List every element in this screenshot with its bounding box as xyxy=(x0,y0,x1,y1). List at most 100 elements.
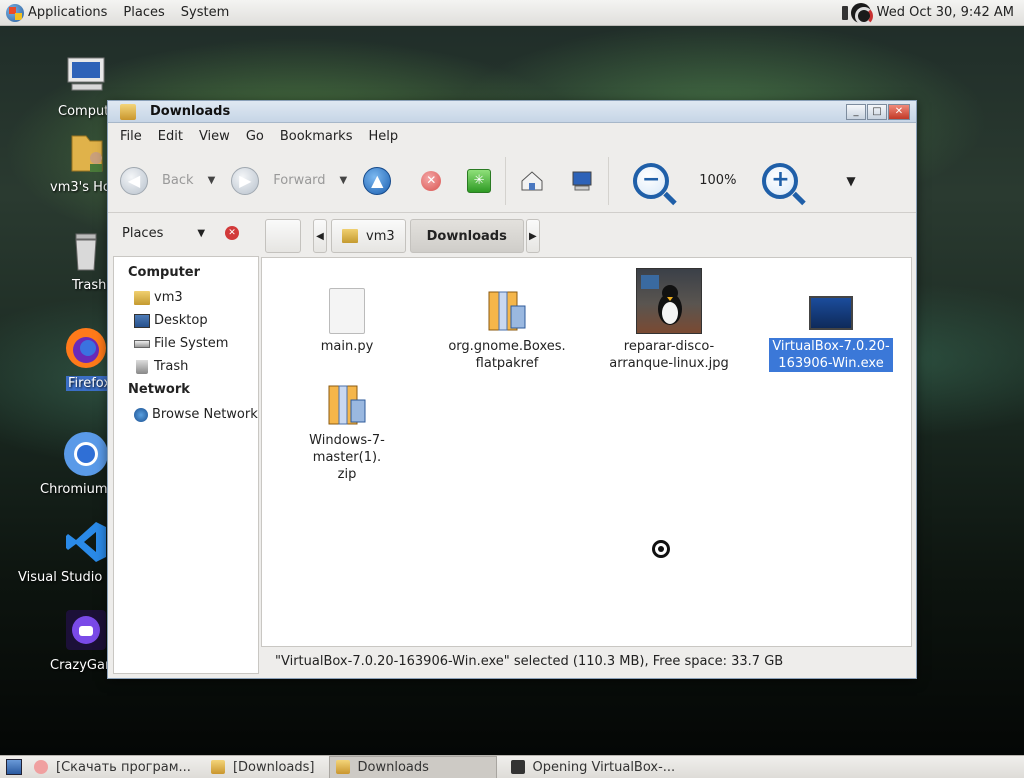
menu-view[interactable]: View xyxy=(191,129,238,144)
clock[interactable]: Wed Oct 30, 9:42 AM xyxy=(877,5,1014,20)
sidebar-item-label: Browse Network xyxy=(152,407,258,422)
taskbar-item-downloads-minimized[interactable]: [Downloads] xyxy=(205,756,321,778)
sidebar-heading-computer: Computer xyxy=(128,265,201,280)
home-folder-icon xyxy=(134,290,150,305)
sidebar-item-label: Trash xyxy=(154,359,189,374)
home-icon xyxy=(521,170,543,190)
minimize-button[interactable]: _ xyxy=(846,103,866,120)
drive-icon xyxy=(134,339,150,348)
text-file-icon xyxy=(329,288,365,334)
places-menu-label: Places xyxy=(123,5,165,20)
folder-icon xyxy=(335,760,350,774)
menu-file[interactable]: File xyxy=(112,129,150,144)
back-history-dropdown[interactable]: ▼ xyxy=(208,175,216,186)
chevron-down-icon: ▼ xyxy=(197,227,206,239)
chromium-icon xyxy=(62,430,110,478)
applications-menu-label: Applications xyxy=(28,5,108,20)
file-item-flatpakref[interactable]: org.gnome.Boxes. flatpakref xyxy=(442,288,572,372)
menu-edit[interactable]: Edit xyxy=(150,129,191,144)
path-label: vm3 xyxy=(366,228,395,244)
path-button-downloads[interactable]: Downloads xyxy=(409,219,524,253)
forward-history-dropdown[interactable]: ▼ xyxy=(340,175,348,186)
system-menu-label: System xyxy=(180,5,230,20)
back-button[interactable]: ◀ Back xyxy=(120,166,194,195)
applications-menu[interactable]: Applications xyxy=(0,0,113,26)
computer-button[interactable] xyxy=(570,170,594,192)
sidebar-item-label: vm3 xyxy=(154,290,183,305)
path-label: Downloads xyxy=(426,228,507,244)
taskbar-item-opening-virtualbox[interactable]: Opening VirtualBox-... xyxy=(505,756,682,778)
tray-indicator-icon[interactable] xyxy=(841,5,848,20)
taskbar-item-browser[interactable]: [Скачать програм... xyxy=(28,756,197,778)
sidebar-item-label: File System xyxy=(154,336,229,351)
firefox-icon xyxy=(62,324,110,372)
toolbar-overflow-dropdown[interactable]: ▼ xyxy=(846,174,855,188)
menu-bar: File Edit View Go Bookmarks Help xyxy=(108,123,916,149)
desktop-icon-label: Chromium xyxy=(40,482,108,497)
system-menu[interactable]: System xyxy=(171,0,235,26)
reload-button[interactable]: ✳ xyxy=(467,168,492,193)
stop-button[interactable]: ✕ xyxy=(421,170,442,191)
toolbar-separator xyxy=(505,156,507,205)
show-desktop-button[interactable] xyxy=(6,759,22,775)
vscode-icon xyxy=(62,518,110,566)
sidebar-item-trash[interactable]: Trash xyxy=(128,355,258,378)
file-item-reparar-jpg[interactable]: reparar-disco- arranque-linux.jpg xyxy=(604,268,734,372)
taskbar-item-label: [Downloads] xyxy=(232,759,315,775)
browser-icon xyxy=(34,760,48,774)
back-arrow-icon: ◀ xyxy=(120,166,148,195)
places-selector[interactable]: Places ▼ ✕ xyxy=(108,226,258,241)
path-button-vm3[interactable]: vm3 xyxy=(331,219,406,253)
sidebar-item-vm3[interactable]: vm3 xyxy=(128,286,258,309)
file-name: reparar-disco- arranque-linux.jpg xyxy=(609,339,729,371)
forward-label: Forward xyxy=(273,173,326,188)
file-name: VirtualBox-7.0.20- 163906-Win.exe xyxy=(769,338,893,372)
crazygames-icon xyxy=(62,606,110,654)
image-thumbnail xyxy=(636,268,702,334)
path-scroll-right-button[interactable]: ▶ xyxy=(525,219,540,253)
folder-icon xyxy=(120,104,136,120)
trash-icon xyxy=(136,359,148,374)
path-bar: ◀ vm3 Downloads ▶ xyxy=(265,218,544,254)
desktop-icon-label: Firefox xyxy=(66,376,114,391)
taskbar-item-label: Opening VirtualBox-... xyxy=(532,759,676,775)
taskbar-item-label: [Скачать програм... xyxy=(56,759,191,775)
file-item-virtualbox-exe[interactable]: VirtualBox-7.0.20- 163906-Win.exe xyxy=(766,296,896,372)
archive-icon xyxy=(323,382,371,428)
file-name: Windows-7-master(1). zip xyxy=(309,433,385,482)
file-item-main-py[interactable]: main.py xyxy=(282,288,412,355)
sidebar-item-file-system[interactable]: File System xyxy=(128,332,258,355)
home-button[interactable] xyxy=(520,170,544,192)
toolbar: ◀ Back ▼ ▶ Forward ▼ ▲ ✕ ✳ − 100% + ▼ xyxy=(108,149,916,213)
close-sidebar-button[interactable]: ✕ xyxy=(225,226,240,240)
path-toggle-button[interactable] xyxy=(265,219,301,253)
back-label: Back xyxy=(162,173,194,188)
file-item-windows-7-zip[interactable]: Windows-7-master(1). zip xyxy=(282,382,412,483)
window-titlebar[interactable]: Downloads _ □ ✕ xyxy=(108,101,916,123)
maximize-button[interactable]: □ xyxy=(867,103,887,120)
file-view[interactable]: main.py org.gnome.Boxes. flatpakref repa… xyxy=(261,257,912,647)
file-manager-window: Downloads _ □ ✕ File Edit View Go Bookma… xyxy=(107,100,917,679)
places-menu[interactable]: Places xyxy=(113,0,170,26)
menu-go[interactable]: Go xyxy=(238,129,272,144)
zoom-in-button[interactable]: + xyxy=(762,162,799,199)
sidebar-item-browse-network[interactable]: Browse Network xyxy=(128,403,258,426)
path-scroll-left-button[interactable]: ◀ xyxy=(313,219,327,253)
recorder-tray-icon[interactable] xyxy=(850,2,873,25)
close-button[interactable]: ✕ xyxy=(888,103,910,120)
status-bar: "VirtualBox-7.0.20-163906-Win.exe" selec… xyxy=(261,649,912,673)
toolbar-separator xyxy=(608,156,610,205)
menu-bookmarks[interactable]: Bookmarks xyxy=(272,129,361,144)
archive-icon xyxy=(483,288,531,334)
up-button[interactable]: ▲ xyxy=(363,166,392,195)
zoom-out-button[interactable]: − xyxy=(633,162,670,199)
sidebar-item-desktop[interactable]: Desktop xyxy=(128,309,258,332)
forward-button[interactable]: ▶ Forward xyxy=(231,166,326,195)
sidebar-heading-network: Network xyxy=(128,382,190,397)
places-label: Places xyxy=(122,225,164,241)
zoom-level[interactable]: 100% xyxy=(699,173,736,188)
taskbar-item-label: Downloads xyxy=(357,759,429,775)
sidebar: Computer vm3 Desktop File System Trash N… xyxy=(113,256,259,674)
taskbar-item-downloads[interactable]: Downloads xyxy=(328,755,497,778)
menu-help[interactable]: Help xyxy=(360,129,406,144)
